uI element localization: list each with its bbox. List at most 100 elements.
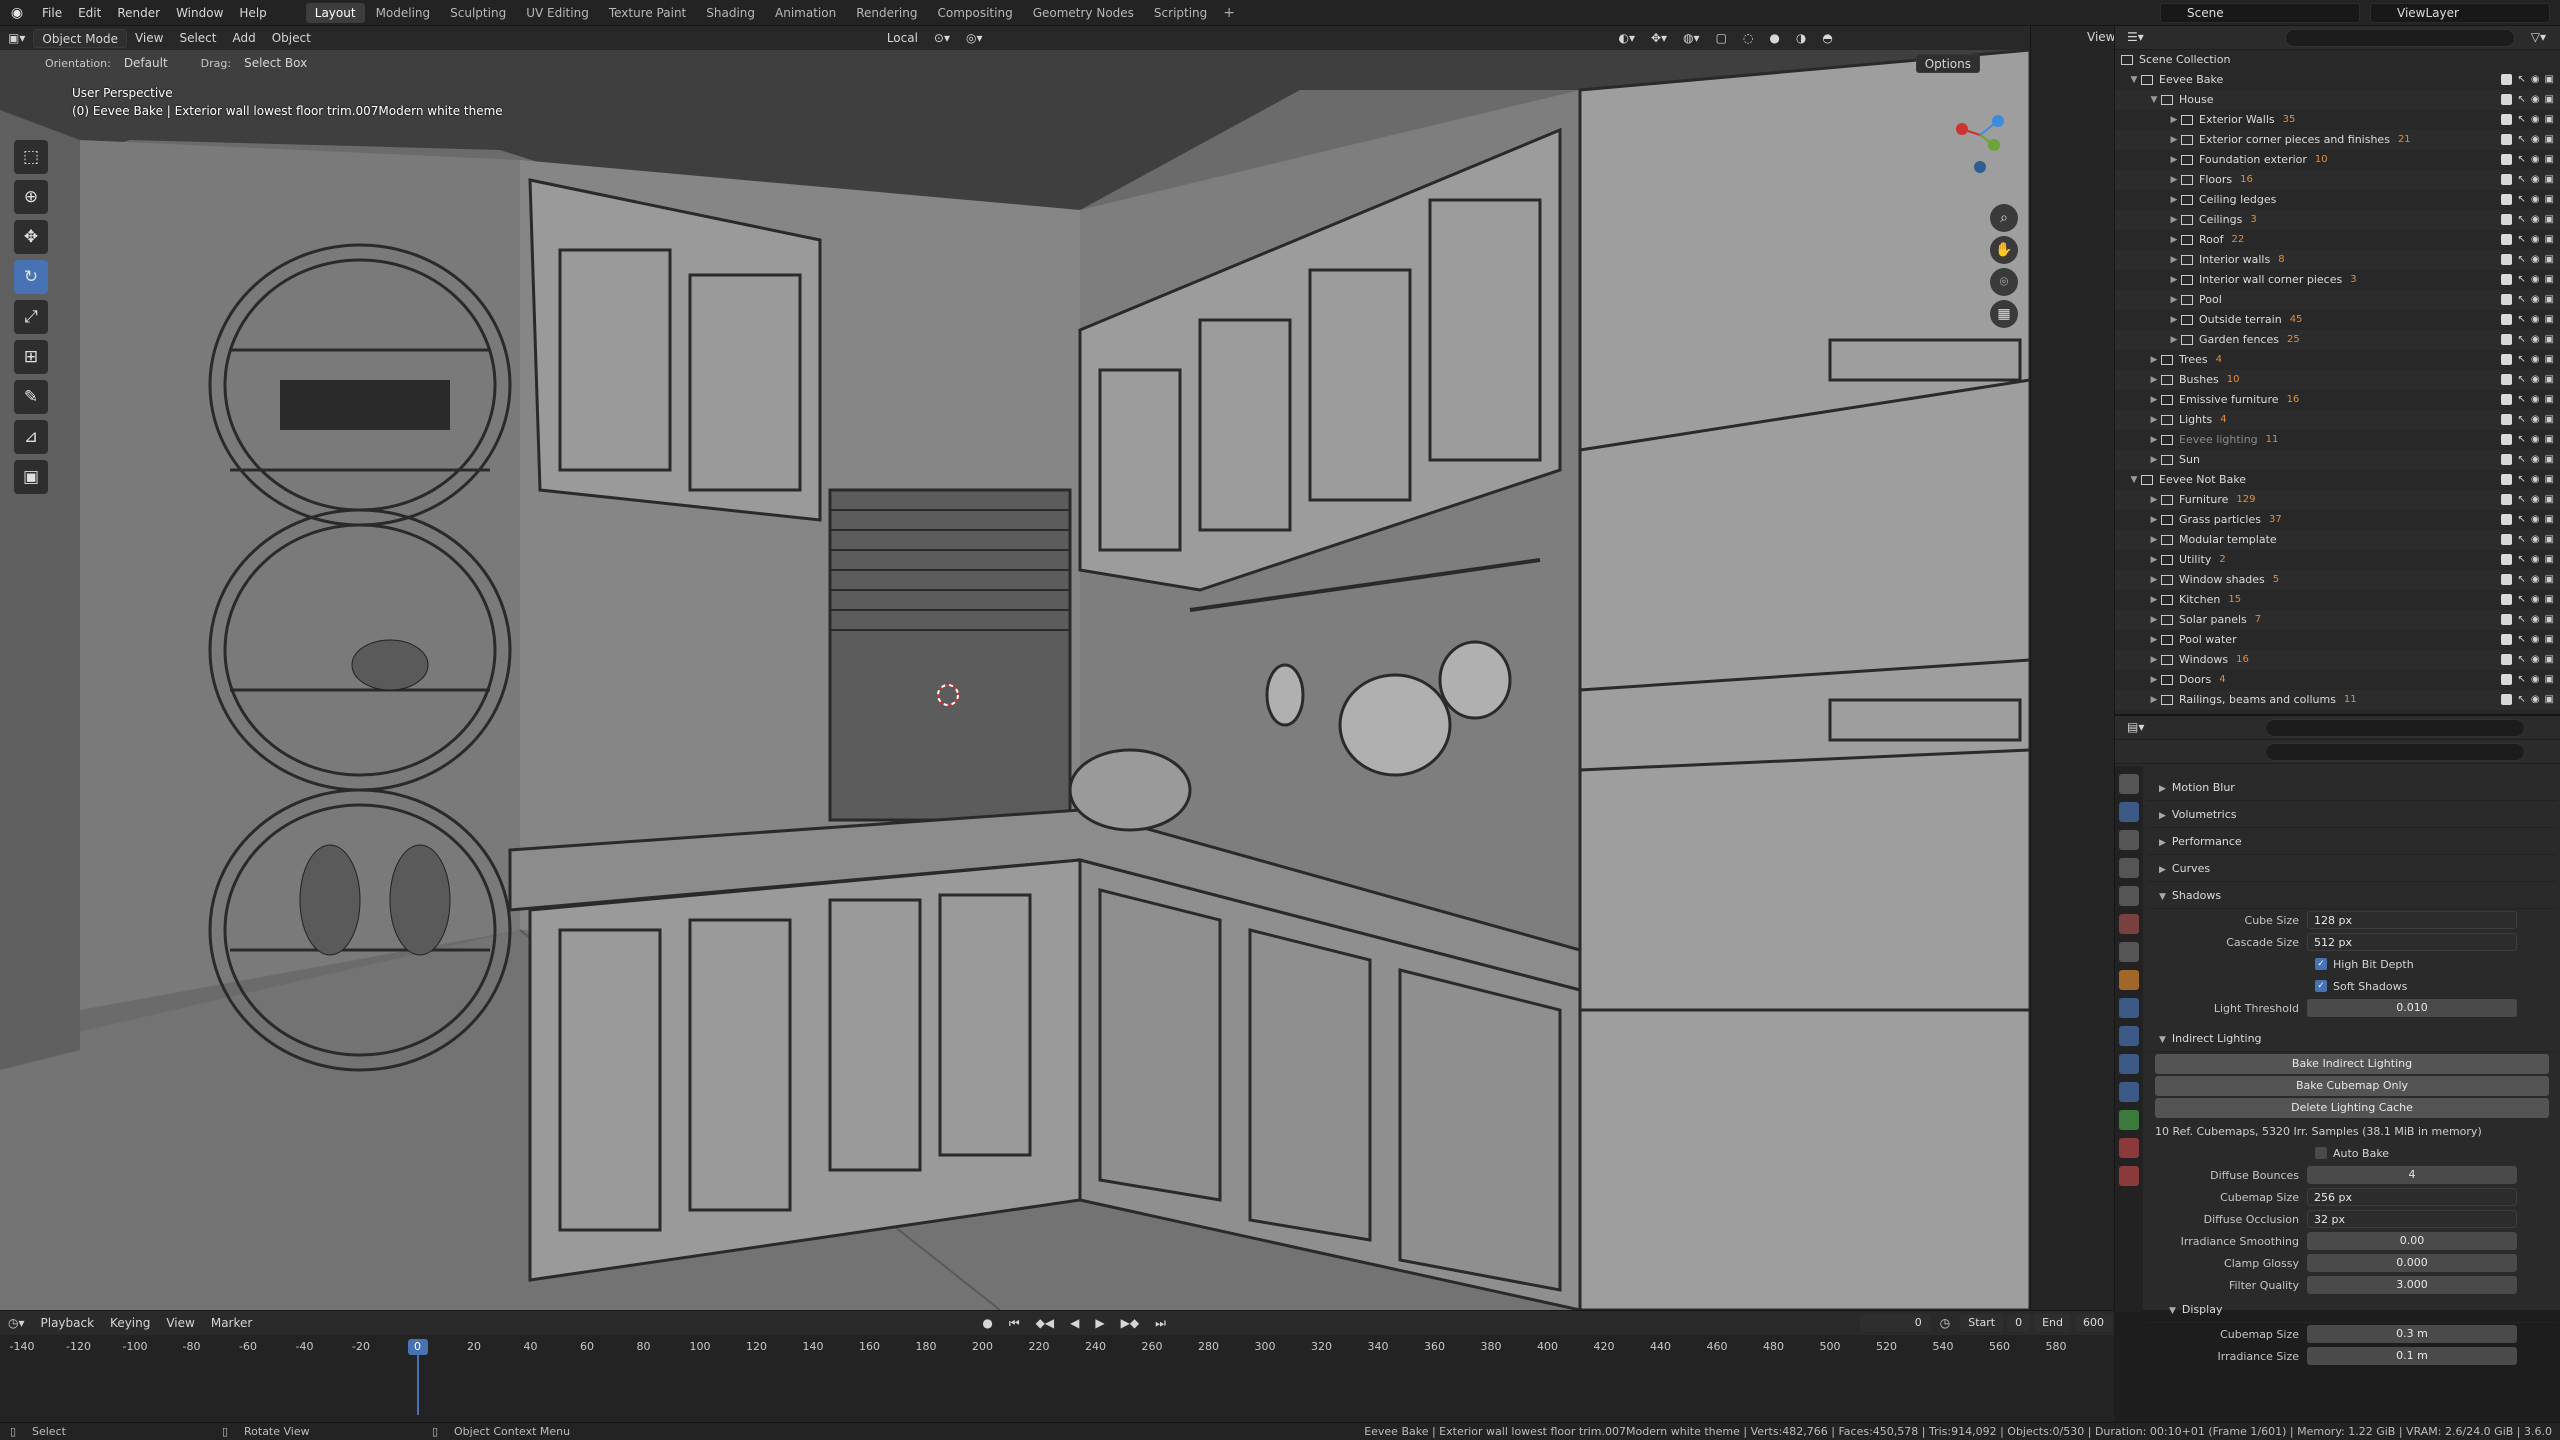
expand-closed-icon[interactable]: ▶ bbox=[2167, 330, 2181, 350]
render-visibility-icon[interactable]: ▣ bbox=[2545, 430, 2554, 450]
viewport-visibility-icon[interactable]: ◉ bbox=[2531, 470, 2540, 490]
current-frame-field[interactable]: 0 bbox=[1860, 1314, 1930, 1332]
particles-tab-icon[interactable] bbox=[2119, 1026, 2139, 1046]
gizmo-icon[interactable]: ✥▾ bbox=[1643, 29, 1675, 48]
outliner-row[interactable]: ▶ Sun ↖ ◉ ▣ bbox=[2115, 450, 2560, 470]
outliner-row[interactable]: ▼ House ↖ ◉ ▣ bbox=[2115, 90, 2560, 110]
selectable-icon[interactable]: ↖ bbox=[2517, 230, 2525, 250]
render-visibility-icon[interactable]: ▣ bbox=[2545, 190, 2554, 210]
add-menu[interactable]: Add bbox=[224, 29, 263, 48]
render-visibility-icon[interactable]: ▣ bbox=[2545, 350, 2554, 370]
viewport-visibility-icon[interactable]: ◉ bbox=[2531, 190, 2540, 210]
expand-closed-icon[interactable]: ▶ bbox=[2147, 450, 2161, 470]
expand-closed-icon[interactable]: ▶ bbox=[2147, 610, 2161, 630]
select-box-icon[interactable]: ⬚ bbox=[14, 140, 48, 174]
viewport-visibility-icon[interactable]: ◉ bbox=[2531, 590, 2540, 610]
expand-open-icon[interactable]: ▼ bbox=[2127, 470, 2141, 490]
viewport-visibility-icon[interactable]: ◉ bbox=[2531, 630, 2540, 650]
view-layer-tab-icon[interactable] bbox=[2119, 858, 2139, 878]
viewport-visibility-icon[interactable]: ◉ bbox=[2531, 650, 2540, 670]
menu-edit[interactable]: Edit bbox=[70, 0, 109, 26]
render-visibility-icon[interactable]: ▣ bbox=[2545, 230, 2554, 250]
data-tab-icon[interactable] bbox=[2119, 1110, 2139, 1130]
tab-shading[interactable]: Shading bbox=[697, 3, 764, 23]
selectable-icon[interactable]: ↖ bbox=[2517, 590, 2525, 610]
outliner-row[interactable]: ▶ Exterior corner pieces and finishes 21 ↖ ◉… bbox=[2115, 130, 2560, 150]
light-threshold-field[interactable]: 0.010 bbox=[2307, 999, 2517, 1017]
viewport-visibility-icon[interactable]: ◉ bbox=[2531, 510, 2540, 530]
shading-wireframe-icon[interactable]: ◌ bbox=[1735, 29, 1761, 48]
render-visibility-icon[interactable]: ▣ bbox=[2545, 310, 2554, 330]
menu-render[interactable]: Render bbox=[109, 0, 168, 26]
selectable-icon[interactable]: ↖ bbox=[2517, 170, 2525, 190]
outliner-row[interactable]: ▶ Solar panels 7 ↖ ◉ ▣ bbox=[2115, 610, 2560, 630]
render-visibility-icon[interactable]: ▣ bbox=[2545, 570, 2554, 590]
selectable-icon[interactable]: ↖ bbox=[2517, 70, 2525, 90]
exclude-checkbox[interactable] bbox=[2501, 314, 2513, 325]
outliner-row[interactable]: ▶ Foundation exterior 10 ↖ ◉ ▣ bbox=[2115, 150, 2560, 170]
mode-dropdown[interactable]: Object Mode bbox=[33, 28, 127, 48]
expand-closed-icon[interactable]: ▶ bbox=[2167, 150, 2181, 170]
selectable-icon[interactable]: ↖ bbox=[2517, 670, 2525, 690]
start-frame-field[interactable]: 0 bbox=[2007, 1314, 2031, 1332]
exclude-checkbox[interactable] bbox=[2501, 554, 2513, 565]
rotate-icon[interactable]: ↻ bbox=[14, 260, 48, 294]
tab-geometry-nodes[interactable]: Geometry Nodes bbox=[1024, 3, 1143, 23]
exclude-checkbox[interactable] bbox=[2501, 534, 2513, 545]
selectable-icon[interactable]: ↖ bbox=[2517, 470, 2525, 490]
selectable-icon[interactable]: ↖ bbox=[2517, 550, 2525, 570]
render-visibility-icon[interactable]: ▣ bbox=[2545, 550, 2554, 570]
exclude-checkbox[interactable] bbox=[2501, 74, 2513, 85]
tab-modeling[interactable]: Modeling bbox=[367, 3, 440, 23]
exclude-checkbox[interactable] bbox=[2501, 674, 2513, 685]
cursor-icon[interactable]: ⊕ bbox=[14, 180, 48, 214]
exclude-checkbox[interactable] bbox=[2501, 394, 2513, 405]
selectable-icon[interactable]: ↖ bbox=[2517, 410, 2525, 430]
viewport-visibility-icon[interactable]: ◉ bbox=[2531, 90, 2540, 110]
scale-icon[interactable]: ⤢ bbox=[14, 300, 48, 334]
exclude-checkbox[interactable] bbox=[2501, 94, 2513, 105]
outliner-row[interactable]: ▶ Doors 4 ↖ ◉ ▣ bbox=[2115, 670, 2560, 690]
viewport-visibility-icon[interactable]: ◉ bbox=[2531, 210, 2540, 230]
selectable-icon[interactable]: ↖ bbox=[2517, 490, 2525, 510]
viewport-visibility-icon[interactable]: ◉ bbox=[2531, 290, 2540, 310]
exclude-checkbox[interactable] bbox=[2501, 134, 2513, 145]
irradiance-smoothing-field[interactable]: 0.00 bbox=[2307, 1232, 2517, 1250]
filter-icon[interactable]: ▽▾ bbox=[2523, 28, 2554, 47]
shading-material-icon[interactable]: ◑ bbox=[1788, 29, 1814, 48]
viewport-visibility-icon[interactable]: ◉ bbox=[2531, 310, 2540, 330]
transform-icon[interactable]: ⊞ bbox=[14, 340, 48, 374]
bake-cubemap-only-button[interactable]: Bake Cubemap Only bbox=[2155, 1076, 2549, 1096]
panel-performance[interactable]: ▶ Performance bbox=[2147, 828, 2557, 855]
panel-motion-blur[interactable]: ▶ Motion Blur bbox=[2147, 774, 2557, 801]
viewport-visibility-icon[interactable]: ◉ bbox=[2531, 250, 2540, 270]
exclude-checkbox[interactable] bbox=[2501, 634, 2513, 645]
exclude-checkbox[interactable] bbox=[2501, 154, 2513, 165]
viewport-visibility-icon[interactable]: ◉ bbox=[2531, 410, 2540, 430]
exclude-checkbox[interactable] bbox=[2501, 654, 2513, 665]
measure-icon[interactable]: ⊿ bbox=[14, 420, 48, 454]
select-menu[interactable]: Select bbox=[171, 29, 224, 48]
menu-window[interactable]: Window bbox=[168, 0, 231, 26]
playback-menu[interactable]: Playback bbox=[33, 1314, 103, 1333]
outliner-row[interactable]: ▶ Trees 4 ↖ ◉ ▣ bbox=[2115, 350, 2560, 370]
scene-selector[interactable]: Scene bbox=[2160, 3, 2360, 23]
outliner-row[interactable]: ▶ Emissive furniture 16 ↖ ◉ ▣ bbox=[2115, 390, 2560, 410]
outliner-row[interactable]: ▶ Kitchen 15 ↖ ◉ ▣ bbox=[2115, 590, 2560, 610]
selectable-icon[interactable]: ↖ bbox=[2517, 570, 2525, 590]
outliner-row[interactable]: ▶ Lights 4 ↖ ◉ ▣ bbox=[2115, 410, 2560, 430]
outliner-row[interactable]: ▶ Roof 22 ↖ ◉ ▣ bbox=[2115, 230, 2560, 250]
panel-volumetrics[interactable]: ▶ Volumetrics bbox=[2147, 801, 2557, 828]
viewport-visibility-icon[interactable]: ◉ bbox=[2531, 130, 2540, 150]
add-workspace-icon[interactable]: + bbox=[1217, 5, 1241, 21]
selectable-icon[interactable]: ↖ bbox=[2517, 450, 2525, 470]
outliner-row[interactable]: ▶ Ceiling ledges ↖ ◉ ▣ bbox=[2115, 190, 2560, 210]
expand-closed-icon[interactable]: ▶ bbox=[2147, 590, 2161, 610]
selectable-icon[interactable]: ↖ bbox=[2517, 150, 2525, 170]
expand-closed-icon[interactable]: ▶ bbox=[2147, 510, 2161, 530]
exclude-checkbox[interactable] bbox=[2501, 354, 2513, 365]
expand-closed-icon[interactable]: ▶ bbox=[2147, 370, 2161, 390]
selectable-icon[interactable]: ↖ bbox=[2517, 370, 2525, 390]
selectable-icon[interactable]: ↖ bbox=[2517, 250, 2525, 270]
expand-open-icon[interactable]: ▼ bbox=[2127, 70, 2141, 90]
